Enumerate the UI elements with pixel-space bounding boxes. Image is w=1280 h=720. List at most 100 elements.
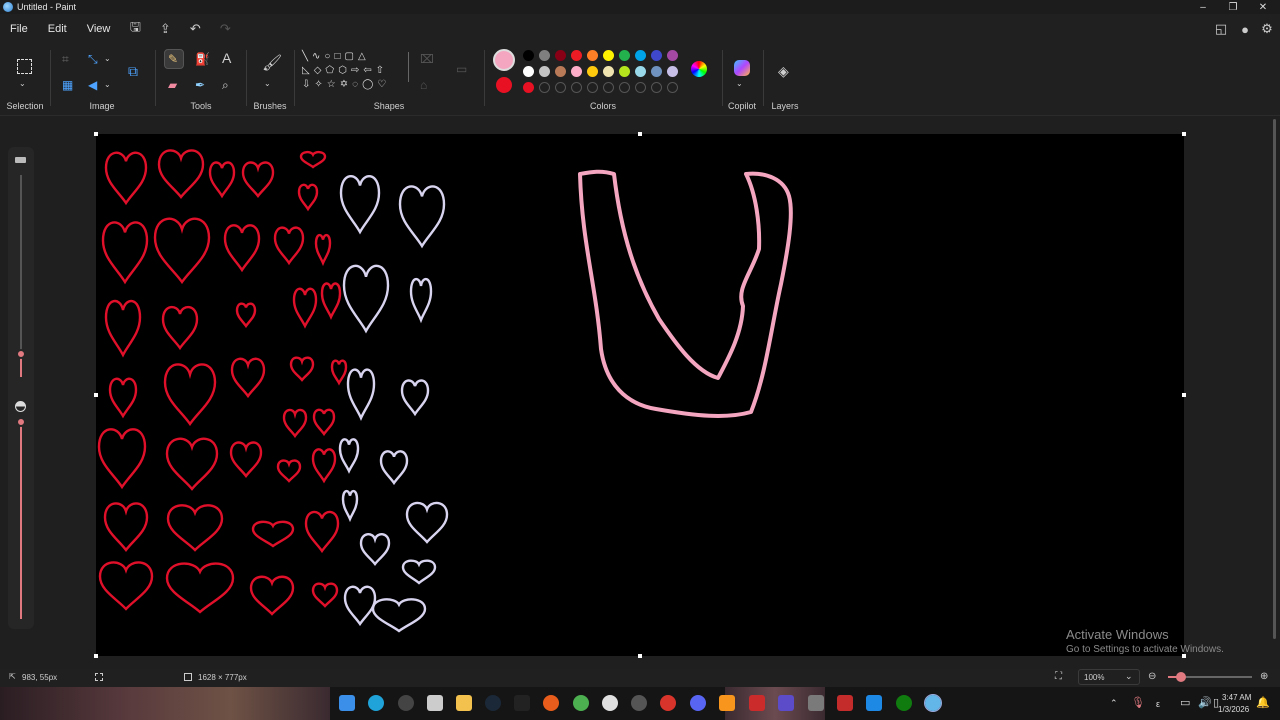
xbox-icon[interactable] bbox=[896, 695, 912, 711]
palette-color-swatch[interactable] bbox=[539, 66, 550, 77]
eraser-icon[interactable]: ▰ bbox=[168, 78, 177, 92]
launcher-icon[interactable] bbox=[719, 695, 735, 711]
resize-handle[interactable] bbox=[638, 132, 642, 136]
settings-icon[interactable] bbox=[398, 695, 414, 711]
start-windows-icon[interactable] bbox=[339, 695, 355, 711]
vertical-scrollbar[interactable] bbox=[1273, 119, 1276, 639]
settings-gear-icon[interactable]: ⚙ bbox=[1252, 14, 1280, 44]
resize-handle[interactable] bbox=[1182, 132, 1186, 136]
palette-color-swatch[interactable] bbox=[619, 82, 630, 93]
right-triangle-shape-icon[interactable]: ◺ bbox=[302, 65, 314, 76]
app-icon[interactable] bbox=[749, 695, 765, 711]
magnifier-icon[interactable]: ⌕ bbox=[222, 78, 229, 92]
palette-color-swatch[interactable] bbox=[635, 50, 646, 61]
save-icon[interactable]: 🖫 bbox=[120, 14, 150, 44]
chevron-down-icon[interactable]: ⌄ bbox=[104, 52, 111, 66]
fit-to-window-icon[interactable]: ⛶ bbox=[1055, 671, 1062, 682]
clock-date[interactable]: 1/3/2026 bbox=[1218, 705, 1249, 714]
palette-color-swatch[interactable] bbox=[651, 66, 662, 77]
diamond-shape-icon[interactable]: ◇ bbox=[314, 65, 326, 76]
secondary-color-swatch[interactable] bbox=[496, 77, 512, 93]
palette-color-swatch[interactable] bbox=[667, 66, 678, 77]
text-tool-icon[interactable]: A bbox=[222, 51, 231, 65]
arrow-up-shape-icon[interactable]: ⇧ bbox=[376, 65, 388, 76]
edit-colors-icon[interactable] bbox=[691, 61, 707, 77]
resize-icon[interactable]: ⤡ bbox=[88, 52, 98, 66]
chevron-down-icon[interactable]: ⌄ bbox=[104, 78, 111, 92]
file-explorer-icon[interactable] bbox=[456, 695, 472, 711]
rotate-icon[interactable]: ◀ bbox=[88, 78, 97, 92]
palette-color-swatch[interactable] bbox=[539, 82, 550, 93]
drawing-canvas[interactable] bbox=[96, 134, 1184, 656]
crop-icon[interactable]: ⌗ bbox=[62, 52, 69, 66]
star4-shape-icon[interactable]: ✧ bbox=[314, 79, 326, 90]
pentagon-shape-icon[interactable]: ⬠ bbox=[325, 65, 338, 76]
arrow-right-shape-icon[interactable]: ⇨ bbox=[351, 65, 363, 76]
callout-oval-shape-icon[interactable]: ◯ bbox=[362, 79, 377, 90]
palette-color-swatch[interactable] bbox=[603, 50, 614, 61]
copilot-icon[interactable] bbox=[734, 60, 750, 76]
tray-overflow-icon[interactable]: ⌃ bbox=[1110, 698, 1118, 709]
edge-browser-icon[interactable] bbox=[368, 695, 384, 711]
palette-color-swatch[interactable] bbox=[667, 50, 678, 61]
chevron-down-icon[interactable]: ⌄ bbox=[736, 77, 743, 91]
resize-handle[interactable] bbox=[94, 654, 98, 658]
redo-icon[interactable]: ↷ bbox=[210, 14, 240, 44]
hexagon-shape-icon[interactable]: ⬡ bbox=[338, 65, 351, 76]
fill-bucket-icon[interactable]: ⛽ bbox=[195, 52, 210, 66]
palette-color-swatch[interactable] bbox=[587, 50, 598, 61]
palette-color-swatch[interactable] bbox=[555, 50, 566, 61]
github-icon[interactable] bbox=[631, 695, 647, 711]
palette-color-swatch[interactable] bbox=[651, 82, 662, 93]
share-icon[interactable]: ⇪ bbox=[150, 14, 180, 44]
curve-shape-icon[interactable]: ∿ bbox=[312, 51, 324, 62]
notification-bell-icon[interactable]: 🔔 bbox=[1256, 696, 1270, 709]
resize-handle[interactable] bbox=[94, 132, 98, 136]
resize-handle[interactable] bbox=[1182, 393, 1186, 397]
app-icon[interactable] bbox=[866, 695, 882, 711]
palette-color-swatch[interactable] bbox=[619, 66, 630, 77]
oval-shape-icon[interactable]: ○ bbox=[324, 51, 334, 62]
palette-color-swatch[interactable] bbox=[603, 66, 614, 77]
minimize-button[interactable]: – bbox=[1188, 0, 1218, 14]
chevron-down-icon[interactable]: ⌄ bbox=[19, 77, 26, 91]
palette-color-swatch[interactable] bbox=[619, 50, 630, 61]
zoom-slider-thumb[interactable] bbox=[1176, 672, 1186, 682]
palette-color-swatch[interactable] bbox=[651, 50, 662, 61]
menu-edit[interactable]: Edit bbox=[38, 23, 77, 35]
chrome-icon[interactable] bbox=[573, 695, 589, 711]
star6-shape-icon[interactable]: ✡ bbox=[340, 79, 352, 90]
chevron-down-icon[interactable]: ⌄ bbox=[264, 77, 271, 91]
palette-color-swatch[interactable] bbox=[571, 66, 582, 77]
size-slider-thumb[interactable] bbox=[16, 349, 26, 359]
arrow-down-shape-icon[interactable]: ⇩ bbox=[302, 79, 314, 90]
outline-icon[interactable]: ⌧ bbox=[420, 52, 434, 66]
clock-time[interactable]: 3:47 AM bbox=[1222, 693, 1251, 702]
brush-icon[interactable]: 🖌 bbox=[262, 56, 282, 72]
zoom-out-icon[interactable]: ⊖ bbox=[1148, 671, 1156, 682]
color-picker-icon[interactable]: ✒ bbox=[195, 78, 205, 92]
palette-color-swatch[interactable] bbox=[635, 82, 646, 93]
shape-style-icon[interactable]: ▭ bbox=[456, 62, 467, 76]
app-icon[interactable] bbox=[808, 695, 824, 711]
palette-color-swatch[interactable] bbox=[571, 50, 582, 61]
remove-background-icon[interactable]: ▦ bbox=[62, 78, 73, 92]
undo-icon[interactable]: ↶ bbox=[180, 14, 210, 44]
opacity-slider-thumb[interactable] bbox=[16, 417, 26, 427]
palette-color-swatch[interactable] bbox=[523, 50, 534, 61]
origin-icon[interactable] bbox=[543, 695, 559, 711]
palette-color-swatch[interactable] bbox=[539, 50, 550, 61]
zoom-in-icon[interactable]: ⊕ bbox=[1260, 671, 1268, 682]
opera-icon[interactable] bbox=[660, 695, 676, 711]
callout-round-shape-icon[interactable]: ◌ bbox=[352, 79, 362, 90]
palette-color-swatch[interactable] bbox=[667, 82, 678, 93]
language-indicator[interactable]: ε bbox=[1156, 699, 1160, 709]
resize-handle[interactable] bbox=[94, 393, 98, 397]
browser-icon[interactable] bbox=[602, 695, 618, 711]
store-icon[interactable] bbox=[427, 695, 443, 711]
size-slider-track[interactable] bbox=[20, 175, 22, 375]
palette-color-swatch[interactable] bbox=[555, 66, 566, 77]
menu-file[interactable]: File bbox=[0, 23, 38, 35]
epic-games-icon[interactable] bbox=[514, 695, 530, 711]
zoom-select[interactable]: 100% ⌄ bbox=[1078, 669, 1140, 685]
